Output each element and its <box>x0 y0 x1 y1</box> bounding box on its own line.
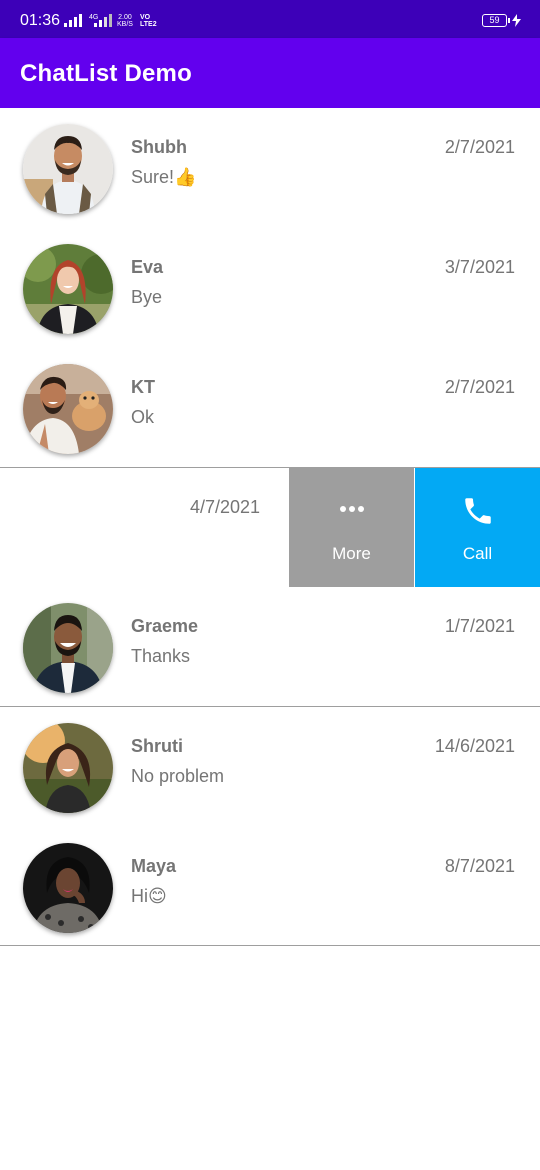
network-speed-unit: KB/S <box>117 21 133 28</box>
status-time: 01:36 <box>20 12 61 29</box>
chat-row-maya[interactable]: Maya Hi😊 8/7/2021 <box>0 827 540 947</box>
message-date: 1/7/2021 <box>444 616 515 636</box>
row-divider <box>0 945 540 946</box>
battery-level: 59 <box>489 15 500 25</box>
app-title: ChatList Demo <box>20 60 192 87</box>
last-message: No problem <box>131 766 225 786</box>
avatar-eva <box>23 244 113 334</box>
chat-row-kt[interactable]: KT Ok 2/7/2021 <box>0 348 540 468</box>
status-bar: 01:36 4G 2.00 KB/S VO LTE2 59 <box>0 0 540 38</box>
message-date: 2/7/2021 <box>444 137 515 157</box>
last-message: Hi😊 <box>131 886 167 906</box>
chat-row-shruti[interactable]: Shruti No problem 14/6/2021 <box>0 707 540 827</box>
last-message: Sure!👍 <box>131 167 197 187</box>
battery-icon: 59 <box>482 14 507 27</box>
contact-name: Shruti <box>131 736 183 756</box>
volte-top: VO <box>140 14 151 21</box>
chat-row-eva[interactable]: Eva Bye 3/7/2021 <box>0 228 540 348</box>
volte-bottom: LTE2 <box>140 21 157 28</box>
call-action-label: Call <box>462 544 493 563</box>
volte-badge: VO LTE2 <box>140 14 157 28</box>
message-date: 4/7/2021 <box>190 497 261 517</box>
last-message: Thanks <box>131 646 191 666</box>
avatar-graeme <box>23 603 113 693</box>
contact-name: Shubh <box>131 137 187 157</box>
signal-icon <box>64 14 84 32</box>
avatar-maya <box>23 843 113 933</box>
more-action-button[interactable]: More <box>289 468 414 587</box>
app-bar: ChatList Demo <box>0 38 540 108</box>
last-message: Ok <box>131 407 155 427</box>
network-speed: 2.00 KB/S <box>117 14 133 28</box>
contact-name: Graeme <box>131 616 199 636</box>
charging-icon <box>512 14 521 32</box>
phone-icon <box>415 494 540 533</box>
message-date: 3/7/2021 <box>444 257 515 277</box>
avatar-shubh <box>23 124 113 214</box>
chat-row-graeme[interactable]: Graeme Thanks 1/7/2021 <box>0 587 540 707</box>
avatar-kt <box>23 364 113 454</box>
battery-tip <box>508 18 510 23</box>
more-action-label: More <box>332 544 371 563</box>
contact-name: Eva <box>131 257 164 277</box>
network-speed-value: 2.00 <box>118 14 132 21</box>
signal-secondary-icon <box>94 14 114 32</box>
chat-row-shubh[interactable]: Shubh Sure!👍 2/7/2021 <box>0 108 540 228</box>
call-action-button[interactable]: Call <box>415 468 540 587</box>
contact-name: KT <box>131 377 155 397</box>
last-message: Bye <box>131 287 163 307</box>
message-date: 8/7/2021 <box>444 856 515 876</box>
avatar-shruti <box>23 723 113 813</box>
message-date: 2/7/2021 <box>444 377 515 397</box>
more-horiz-icon <box>289 494 414 529</box>
contact-name: Maya <box>131 856 177 876</box>
message-date: 14/6/2021 <box>434 736 515 756</box>
chat-row-swiped[interactable]: 4/7/2021 More Call <box>0 468 540 587</box>
